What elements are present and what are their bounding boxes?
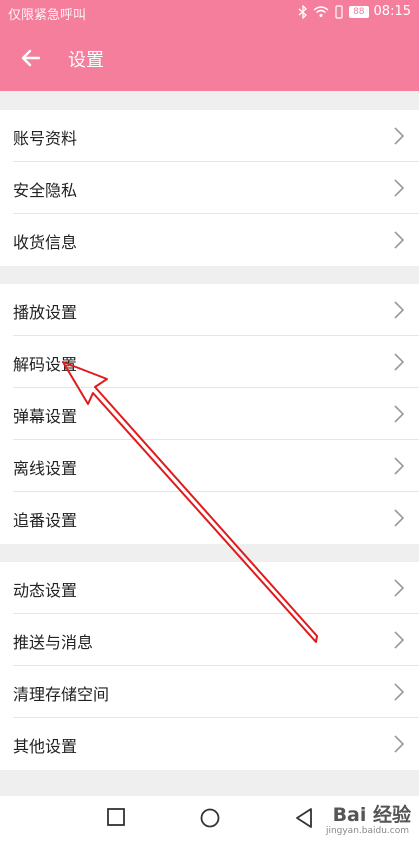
settings-item-danmaku[interactable]: 弹幕设置	[0, 388, 419, 440]
settings-item-offline[interactable]: 离线设置	[0, 440, 419, 492]
settings-item-label: 弹幕设置	[13, 407, 78, 426]
settings-item-decoding[interactable]: 解码设置	[0, 336, 419, 388]
settings-item-follow-anime[interactable]: 追番设置	[0, 492, 419, 544]
chevron-right-icon	[394, 683, 405, 701]
chevron-right-icon	[394, 231, 405, 249]
chevron-right-icon	[394, 127, 405, 145]
settings-item-shipping-info[interactable]: 收货信息	[0, 214, 419, 266]
chevron-right-icon	[394, 457, 405, 475]
chevron-right-icon	[394, 631, 405, 649]
chevron-right-icon	[394, 405, 405, 423]
watermark-url: jingyan.baidu.com	[325, 826, 409, 836]
settings-group-account: 账号资料 安全隐私 收货信息	[0, 110, 419, 266]
settings-item-account-profile[interactable]: 账号资料	[0, 110, 419, 162]
settings-group-playback: 播放设置 解码设置 弹幕设置 离线设置 追番设置	[0, 284, 419, 544]
chevron-right-icon	[394, 179, 405, 197]
home-icon[interactable]	[199, 807, 221, 829]
watermark-brand: Bai 经验	[332, 804, 411, 826]
chevron-right-icon	[394, 735, 405, 753]
settings-item-label: 离线设置	[13, 459, 78, 478]
settings-group-other: 动态设置 推送与消息 清理存储空间 其他设置	[0, 562, 419, 770]
settings-item-label: 动态设置	[13, 581, 78, 600]
settings-item-label: 账号资料	[13, 129, 78, 148]
settings-item-label: 追番设置	[13, 511, 78, 530]
wifi-icon	[313, 6, 329, 17]
settings-item-label: 清理存储空间	[13, 685, 110, 704]
settings-item-clear-storage[interactable]: 清理存储空间	[0, 666, 419, 718]
settings-item-label: 解码设置	[13, 355, 78, 374]
bluetooth-icon	[298, 4, 308, 19]
recent-apps-icon[interactable]	[106, 807, 126, 827]
settings-item-push-messages[interactable]: 推送与消息	[0, 614, 419, 666]
chevron-right-icon	[394, 353, 405, 371]
battery-icon: 88	[349, 5, 369, 18]
settings-item-other[interactable]: 其他设置	[0, 718, 419, 770]
chevron-right-icon	[394, 301, 405, 319]
carrier-text: 仅限紧急呼叫	[8, 8, 87, 23]
settings-item-security-privacy[interactable]: 安全隐私	[0, 162, 419, 214]
status-bar: 仅限紧急呼叫 88 08:15	[0, 0, 419, 25]
page-title: 设置	[68, 50, 104, 71]
back-arrow-icon[interactable]	[19, 46, 43, 70]
chevron-right-icon	[394, 509, 405, 527]
settings-item-playback[interactable]: 播放设置	[0, 284, 419, 336]
settings-item-label: 播放设置	[13, 303, 78, 322]
system-nav-bar: Bai 经验 jingyan.baidu.com	[0, 796, 419, 842]
settings-item-dynamic[interactable]: 动态设置	[0, 562, 419, 614]
settings-item-label: 推送与消息	[13, 633, 94, 652]
clock: 08:15	[373, 4, 411, 19]
vibrate-icon	[335, 4, 343, 19]
baidu-watermark: Bai 经验 jingyan.baidu.com	[326, 800, 411, 836]
settings-item-label: 安全隐私	[13, 181, 78, 200]
settings-item-label: 收货信息	[13, 233, 78, 252]
back-nav-icon[interactable]	[294, 807, 314, 829]
settings-item-label: 其他设置	[13, 737, 78, 756]
chevron-right-icon	[394, 579, 405, 597]
app-bar: 设置	[0, 25, 419, 91]
